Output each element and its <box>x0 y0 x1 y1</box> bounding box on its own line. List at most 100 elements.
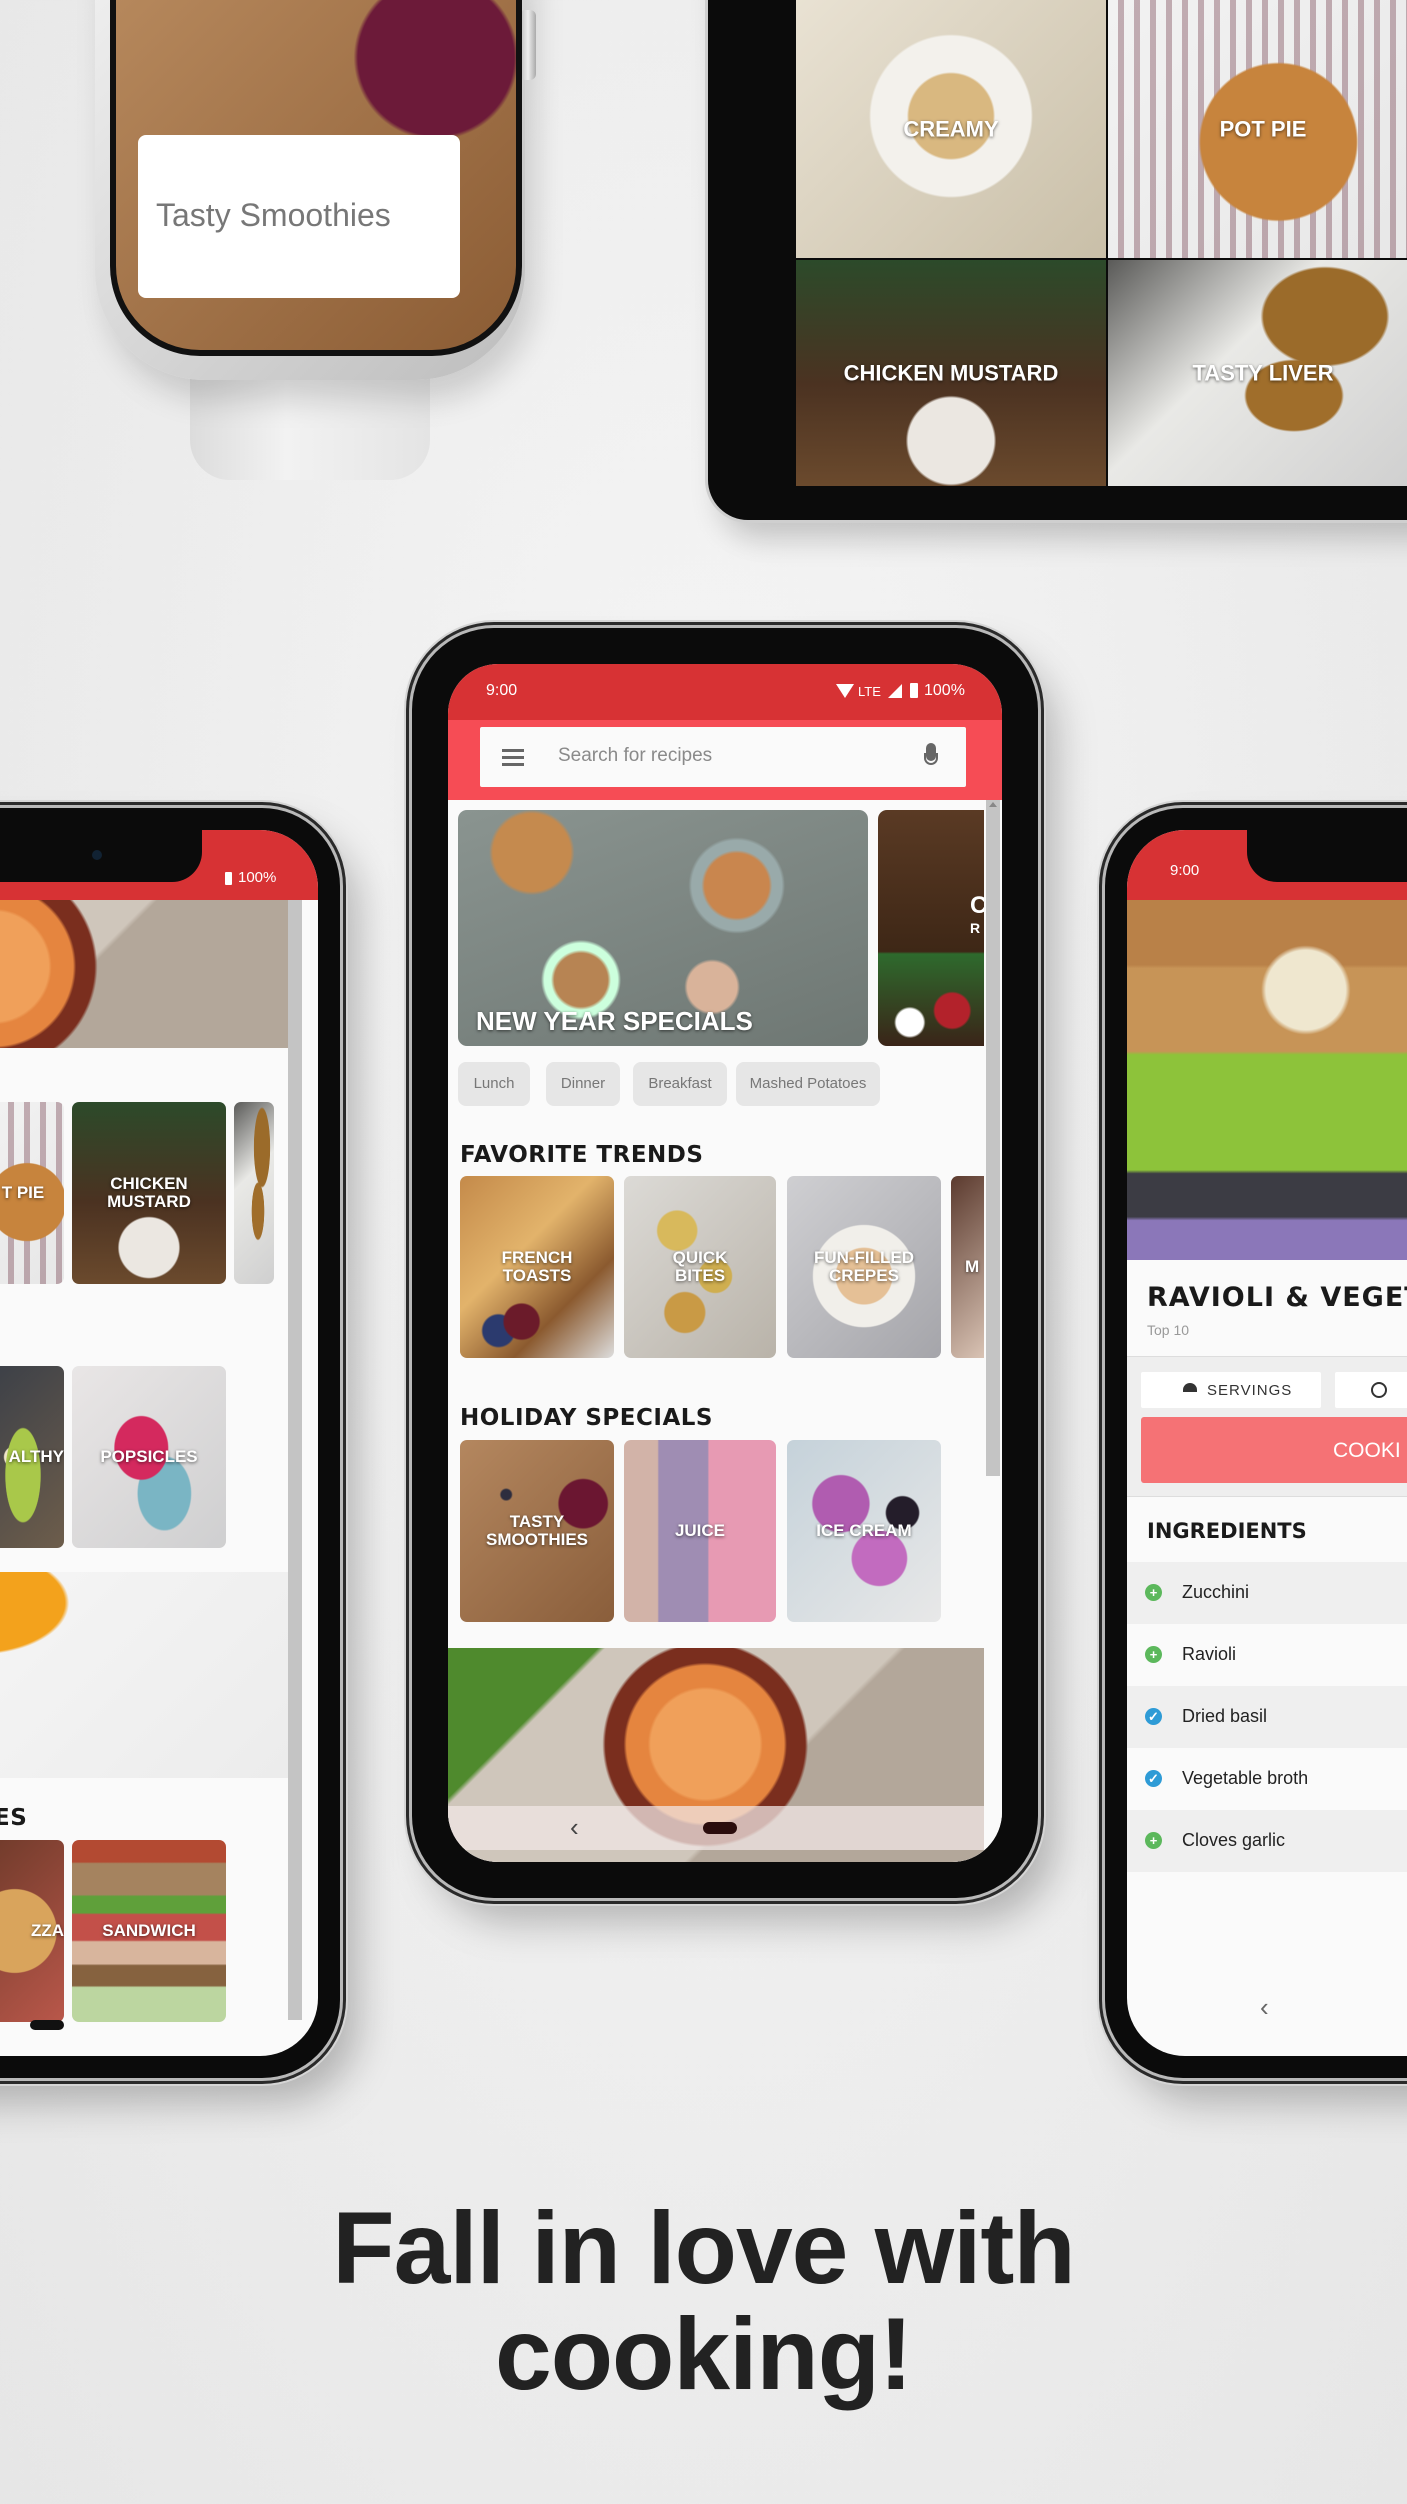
check-circle-icon[interactable]: ✓ <box>1145 1708 1162 1725</box>
ingredient-name: Cloves garlic <box>1182 1830 1286 1850</box>
right-phone-screen: 9:00 RAVIOLI & VEGETA Top 10 SERVINGS CO… <box>1127 830 1407 2056</box>
banner-next-title: C <box>970 892 984 919</box>
recipe-hero-image <box>1127 900 1407 1260</box>
chip-mashed-potatoes[interactable]: Mashed Potatoes <box>736 1062 880 1106</box>
notch <box>1247 830 1407 882</box>
home-content: New Year Specials C R Lunch Dinner Break… <box>448 800 1002 1862</box>
battery-icon <box>910 683 918 698</box>
tablet-tile-pot-pie[interactable]: Pot Pie <box>1108 0 1407 258</box>
left-tile-popsicles[interactable]: Popsicles <box>72 1366 226 1548</box>
tagline-line-2: cooking! <box>495 2297 913 2411</box>
search-bar[interactable]: Search for recipes <box>480 727 966 787</box>
left-status-bar: 100% <box>0 830 318 900</box>
cooking-mode-button[interactable]: COOKI <box>1141 1417 1407 1483</box>
recipe-actions: SERVINGS COOKI <box>1127 1356 1407 1497</box>
ingredient-row[interactable]: ✓ Vegetable broth <box>1127 1748 1407 1810</box>
time-button[interactable] <box>1335 1372 1407 1408</box>
ingredients-title: INGREDIENTS <box>1147 1519 1307 1543</box>
left-phone-screen: 100% T PIE Chicken Mustard ALTHY Popsicl… <box>0 830 318 2056</box>
recipe-title: RAVIOLI & VEGETA <box>1147 1282 1407 1313</box>
cloche-icon <box>1183 1383 1197 1392</box>
battery-percent: 100% <box>924 682 965 699</box>
left-phone: 100% T PIE Chicken Mustard ALTHY Popsicl… <box>0 808 340 2078</box>
center-status-bar: 9:00 LTE 100% <box>448 664 1002 720</box>
ingredient-row[interactable]: ✓ Dried basil <box>1127 1686 1407 1748</box>
add-circle-icon[interactable]: + <box>1145 1646 1162 1663</box>
left-section-title-partial: ES <box>0 1805 28 1831</box>
left-tile-healthy[interactable]: ALTHY <box>0 1366 64 1548</box>
tagline-line-1: Fall in love with <box>332 2191 1075 2305</box>
chip-lunch[interactable]: Lunch <box>458 1062 530 1106</box>
center-phone-screen: 9:00 LTE 100% Search for recipes New Yea… <box>448 664 1002 1862</box>
recipe-subtitle: Top 10 <box>1147 1322 1190 1338</box>
check-circle-icon[interactable]: ✓ <box>1145 1770 1162 1787</box>
trend-tile-fun-filled-crepes[interactable]: Fun-Filled Crepes <box>787 1176 941 1358</box>
holiday-specials-title: HOLIDAY SPECIALS <box>460 1405 713 1431</box>
center-scrollbar[interactable] <box>986 800 1000 1476</box>
trend-tile-quick-bites[interactable]: Quick Bites <box>624 1176 776 1358</box>
banner-next[interactable]: C R <box>878 810 984 1046</box>
left-hero-image <box>0 900 288 1048</box>
banner-next-subtitle: R <box>970 920 981 936</box>
trend-tile-french-toasts[interactable]: French Toasts <box>460 1176 614 1358</box>
camera-dot <box>92 850 102 860</box>
center-scroll-up-arrow[interactable] <box>989 802 997 807</box>
watch-card-label: Tasty Smoothies <box>156 197 391 233</box>
holiday-tile-juice[interactable]: Juice <box>624 1440 776 1622</box>
battery-icon <box>225 872 232 885</box>
center-phone: 9:00 LTE 100% Search for recipes New Yea… <box>412 628 1038 1898</box>
ingredient-list: + Zucchini + Ravioli ✓ Dried basil ✓ Vegetable … <box>1127 1562 1407 1882</box>
tablet-tile-chicken-mustard[interactable]: Chicken Mustard <box>796 260 1106 486</box>
signal-icon <box>888 684 902 698</box>
ingredient-name: Ravioli <box>1182 1644 1237 1664</box>
left-tile-chicken-mustard[interactable]: Chicken Mustard <box>72 1102 226 1284</box>
cooking-mode-label: COOKI <box>1333 1439 1401 1462</box>
clock-icon <box>1371 1382 1387 1398</box>
holiday-tile-tasty-smoothies[interactable]: Tasty Smoothies <box>460 1440 614 1622</box>
add-circle-icon[interactable]: + <box>1145 1584 1162 1601</box>
favorite-trends-title: FAVORITE TRENDS <box>460 1142 704 1168</box>
left-home-indicator[interactable] <box>30 2020 64 2030</box>
ingredients-header: INGREDIENTS <box>1127 1496 1407 1563</box>
chip-breakfast[interactable]: Breakfast <box>633 1062 727 1106</box>
left-tile-pizza[interactable]: ZZA <box>0 1840 64 2022</box>
nav-home-indicator[interactable] <box>703 1822 737 1834</box>
ingredient-row[interactable]: + Ravioli <box>1127 1624 1407 1686</box>
status-time: 9:00 <box>486 682 518 699</box>
status-time: 9:00 <box>1170 862 1200 879</box>
chip-dinner[interactable]: Dinner <box>546 1062 620 1106</box>
app-header: Search for recipes <box>448 720 1002 800</box>
category-chips: Lunch Dinner Breakfast Mashed Potatoes <box>458 1062 978 1106</box>
ingredient-name: Dried basil <box>1182 1706 1268 1726</box>
nav-back-button[interactable]: ‹ <box>570 1812 579 1843</box>
servings-button[interactable]: SERVINGS <box>1141 1372 1321 1408</box>
right-phone: 9:00 RAVIOLI & VEGETA Top 10 SERVINGS CO… <box>1105 808 1407 2078</box>
left-tile-pot-pie[interactable]: T PIE <box>0 1102 64 1284</box>
watch-card[interactable]: Tasty Smoothies <box>138 135 460 298</box>
mic-stand <box>924 753 938 765</box>
left-tile-sandwich[interactable]: Sandwich <box>72 1840 226 2022</box>
recipe-title-block: RAVIOLI & VEGETA Top 10 <box>1127 1260 1407 1356</box>
ingredient-row[interactable]: + Zucchini <box>1127 1562 1407 1624</box>
add-circle-icon[interactable]: + <box>1145 1832 1162 1849</box>
ingredient-row[interactable]: + Cloves garlic <box>1127 1810 1407 1872</box>
ingredient-name: Vegetable broth <box>1182 1768 1309 1788</box>
menu-icon[interactable] <box>502 749 524 752</box>
right-nav-back[interactable]: ‹ <box>1260 1992 1269 2023</box>
left-tile-partial[interactable] <box>234 1102 274 1284</box>
tablet-tile-tasty-liver[interactable]: Tasty Liver <box>1108 260 1407 486</box>
tagline: Fall in love with cooking! <box>0 2195 1407 2407</box>
network-type: LTE <box>858 684 881 699</box>
right-status-bar: 9:00 <box>1127 830 1407 900</box>
left-scrollbar[interactable] <box>288 900 302 2020</box>
tablet: Creamy Pot Pie Chicken Mustard Tasty Liv… <box>708 0 1407 520</box>
banner-new-year-specials[interactable]: New Year Specials <box>458 810 868 1046</box>
search-input[interactable]: Search for recipes <box>558 745 712 767</box>
tablet-tile-creamy[interactable]: Creamy <box>796 0 1106 258</box>
left-breakfast-image <box>0 1572 288 1778</box>
ingredient-name: Zucchini <box>1182 1582 1250 1602</box>
trend-tile-partial[interactable]: M <box>951 1176 984 1358</box>
holiday-tile-ice-cream[interactable]: Ice Cream <box>787 1440 941 1622</box>
center-nav-bar: ‹ <box>448 1806 984 1850</box>
watch-crown[interactable] <box>520 10 536 80</box>
